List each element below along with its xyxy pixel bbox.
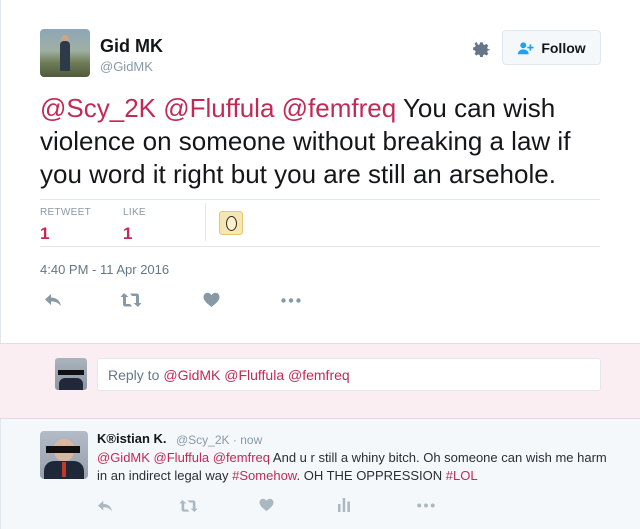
retweet-icon[interactable] (120, 292, 142, 308)
retweet-count: 1 (40, 224, 50, 243)
stat-separator (205, 203, 206, 241)
reply-icon[interactable] (97, 499, 113, 513)
tweet-timestamp[interactable]: 4:40 PM - 11 Apr 2016 (40, 262, 169, 277)
like-stat[interactable]: LIKE 1 (123, 207, 146, 244)
reply-mentions: @GidMK @Fluffula @femfreq (163, 366, 350, 383)
follow-label: Follow (541, 39, 586, 56)
retweet-stat[interactable]: RETWEET 1 (40, 207, 91, 244)
reply-author-avatar[interactable] (40, 431, 88, 479)
reply-text-mentions[interactable]: @GidMK @Fluffula @femfreq (97, 450, 270, 465)
like-icon[interactable] (259, 498, 274, 512)
mention-link[interactable]: @Scy_2K (40, 93, 156, 123)
like-count: 1 (123, 224, 133, 243)
more-icon[interactable] (417, 503, 435, 508)
avatar-figure (60, 41, 70, 71)
follow-button[interactable]: Follow (502, 30, 601, 65)
reply-author-name[interactable]: K®istian K. (97, 431, 167, 446)
avatar-tie (62, 462, 66, 477)
like-label: LIKE (123, 207, 146, 218)
analytics-icon[interactable] (338, 497, 350, 512)
tweet-text: @Scy_2K @Fluffula @femfreq You can wish … (40, 92, 610, 191)
more-icon[interactable] (281, 298, 301, 303)
author-avatar[interactable] (40, 29, 90, 77)
divider (40, 199, 600, 200)
avatar-censor-bar (58, 370, 84, 375)
tweet-actions (40, 290, 340, 312)
like-icon[interactable] (203, 292, 220, 308)
hashtag-link[interactable]: #LOL (446, 468, 478, 483)
mention-link[interactable]: @Fluffula (163, 93, 274, 123)
reply-prefix: Reply to (108, 366, 160, 383)
author-handle[interactable]: @GidMK (100, 59, 153, 74)
reply-icon[interactable] (44, 292, 62, 308)
reply-author-handle[interactable]: @Scy_2K (176, 433, 230, 447)
hashtag-link[interactable]: #Somehow (232, 468, 296, 483)
reply-input[interactable]: Reply to @GidMK @Fluffula @femfreq (97, 358, 601, 391)
reply-meta: @Scy_2K · now (176, 433, 262, 447)
current-user-avatar (55, 358, 87, 390)
avatar-body (59, 378, 83, 390)
liker-face (226, 216, 237, 231)
reply-time[interactable]: now (240, 433, 262, 447)
retweet-icon[interactable] (179, 499, 198, 513)
avatar-censor-bar (46, 446, 80, 453)
divider (40, 246, 600, 247)
author-name[interactable]: Gid MK (100, 36, 163, 57)
liker-avatar[interactable] (219, 211, 243, 235)
reply-text-body-2: . OH THE OPPRESSION (296, 468, 443, 483)
mention-link[interactable]: @femfreq (282, 93, 397, 123)
retweet-label: RETWEET (40, 207, 91, 218)
meta-separator: · (232, 433, 237, 447)
gear-icon[interactable] (470, 38, 492, 60)
reply-actions (97, 497, 457, 517)
reply-text: @GidMK @Fluffula @femfreq And u r still … (97, 449, 607, 485)
follow-user-icon (518, 41, 534, 54)
